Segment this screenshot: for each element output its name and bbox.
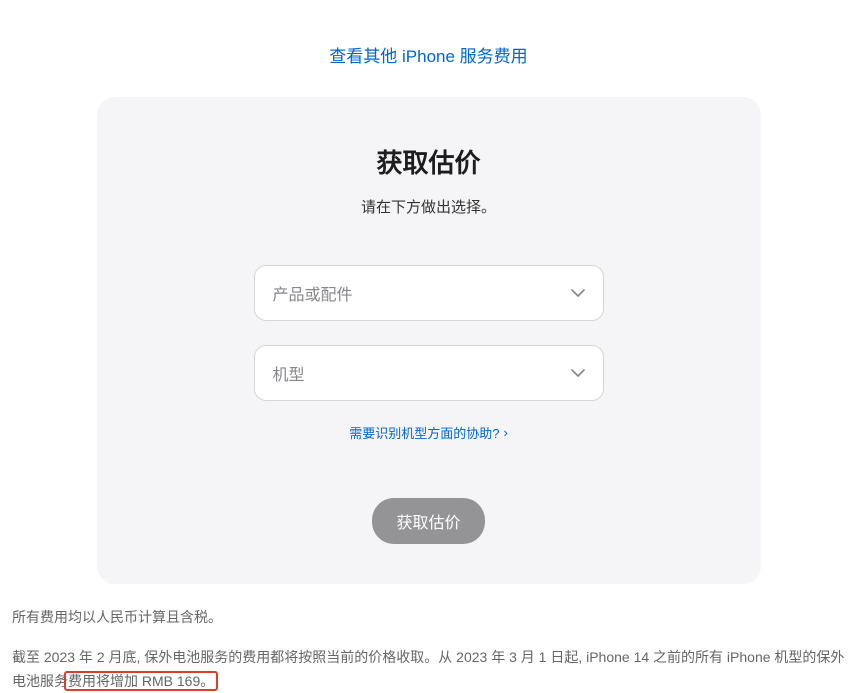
chevron-down-icon xyxy=(571,284,585,302)
chevron-right-icon: › xyxy=(503,425,507,440)
footnote-2: 截至 2023 年 2 月底, 保外电池服务的费用都将按照当前的价格收取。从 2… xyxy=(12,646,847,693)
model-select-wrap: 机型 xyxy=(254,345,604,401)
model-select-label: 机型 xyxy=(273,361,305,385)
estimate-card: 获取估价 请在下方做出选择。 产品或配件 机型 需要识别机型方面的协助? › 获… xyxy=(97,97,761,584)
top-link-container: 查看其他 iPhone 服务费用 xyxy=(10,0,847,97)
help-link-label: 需要识别机型方面的协助? xyxy=(349,423,499,442)
model-select[interactable]: 机型 xyxy=(254,345,604,401)
footnote-1: 所有费用均以人民币计算且含税。 xyxy=(12,606,847,630)
chevron-down-icon xyxy=(571,364,585,382)
get-estimate-button[interactable]: 获取估价 xyxy=(372,498,484,544)
product-select-label: 产品或配件 xyxy=(273,281,353,305)
card-subtitle: 请在下方做出选择。 xyxy=(137,196,721,217)
footnote-2-highlighted: 费用将增加 RMB 169。 xyxy=(68,673,214,689)
product-select[interactable]: 产品或配件 xyxy=(254,265,604,321)
product-select-wrap: 产品或配件 xyxy=(254,265,604,321)
footnotes: 所有费用均以人民币计算且含税。 截至 2023 年 2 月底, 保外电池服务的费… xyxy=(10,604,847,693)
other-services-link[interactable]: 查看其他 iPhone 服务费用 xyxy=(329,47,527,66)
card-title: 获取估价 xyxy=(137,143,721,180)
identify-model-help-link[interactable]: 需要识别机型方面的协助? › xyxy=(349,423,508,442)
